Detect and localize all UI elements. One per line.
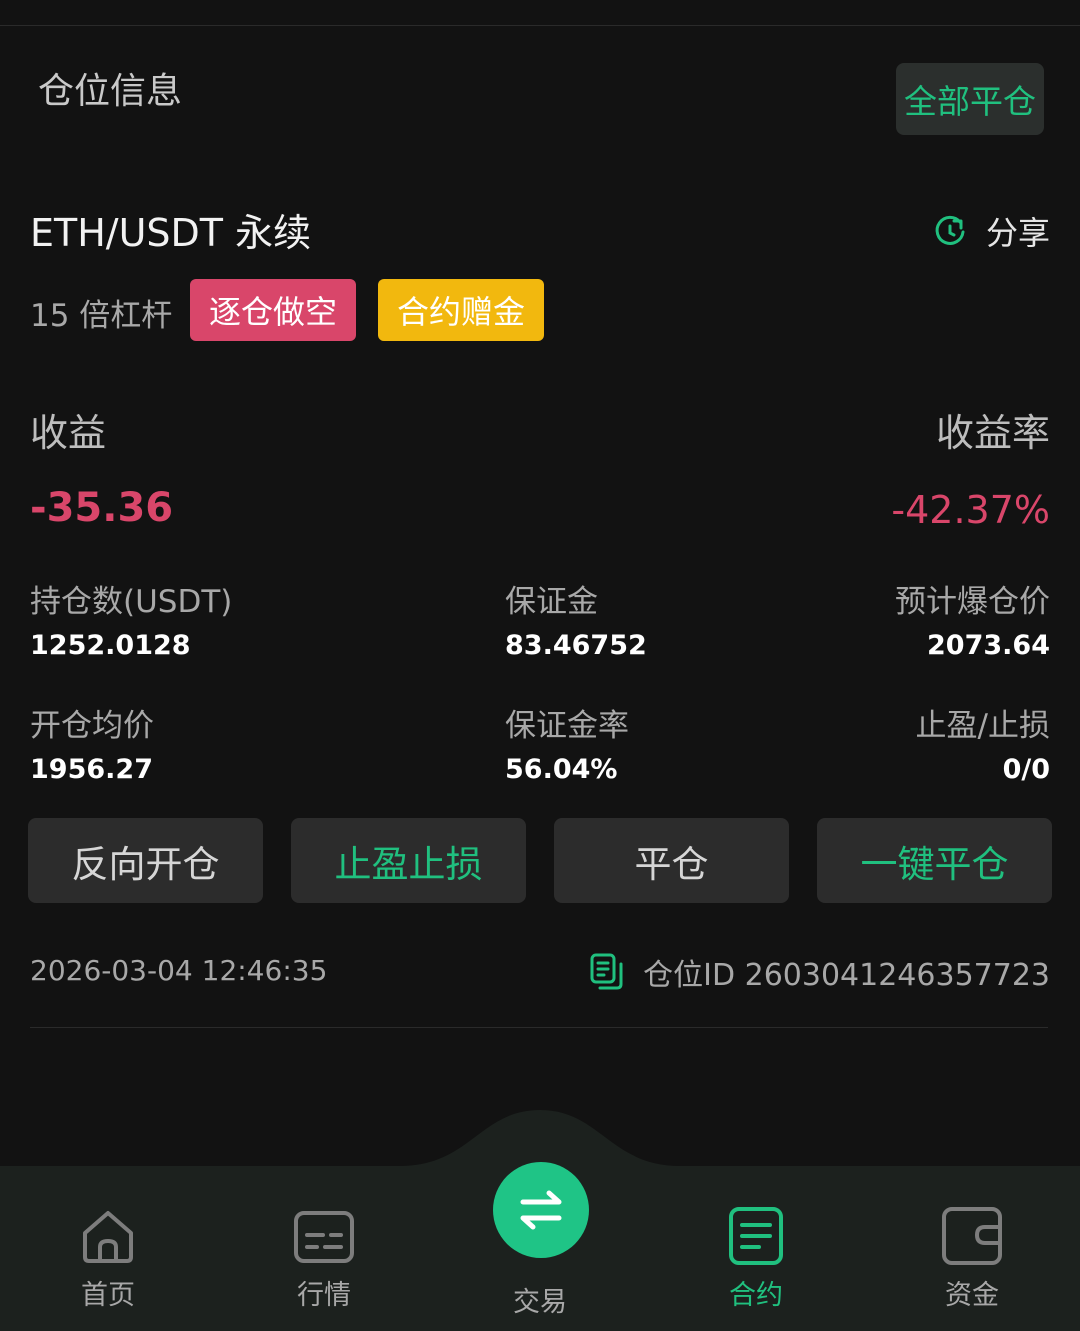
margin-ratio-value: 56.04% [505,754,618,785]
contract-icon [729,1207,783,1265]
trade-button[interactable] [493,1162,589,1258]
position-id-text: 仓位ID 2603041246357723 [643,958,1050,993]
tab-market[interactable]: 行情 [264,1205,384,1312]
margin-ratio-label: 保证金率 [505,708,629,744]
pnl-value: -35.36 [30,485,174,531]
liq-price-label: 预计爆仓价 [895,584,1050,620]
reverse-open-button[interactable]: 反向开仓 [28,818,263,903]
margin-label: 保证金 [505,584,598,620]
pnl-rate-label: 收益率 [935,411,1050,455]
position-page: 仓位信息 全部平仓 ETH/USDT 永续 分享 15 倍杠杆 逐仓做空 合约赠… [0,0,1080,1331]
tp-sl-button[interactable]: 止盈止损 [291,818,526,903]
position-size-value: 1252.0128 [30,630,191,661]
pnl-label: 收益 [30,411,107,455]
tab-contract-label: 合约 [729,1280,783,1311]
mode-tag: 逐仓做空 [190,279,356,341]
leverage-label: 15 倍杠杆 [30,298,173,334]
home-icon [83,1211,133,1263]
tab-contract[interactable]: 合约 [696,1205,816,1312]
section-title: 仓位信息 [38,71,183,112]
copy-icon [590,953,623,990]
pair-title: ETH/USDT 永续 [30,211,312,255]
tab-funds-label: 资金 [945,1280,999,1311]
wallet-icon [942,1207,1002,1265]
pnl-rate-value: -42.37% [891,488,1050,532]
liq-price-value: 2073.64 [927,630,1050,661]
position-id[interactable]: 仓位ID 2603041246357723 [589,950,1050,994]
tab-funds[interactable]: 资金 [912,1205,1032,1312]
close-all-button[interactable]: 全部平仓 [896,63,1044,135]
content-divider [30,1027,1048,1028]
tp-sl-value: 0/0 [1002,754,1050,785]
tab-trade-label[interactable]: 交易 [480,1280,600,1319]
share-label: 分享 [985,214,1050,252]
share-icon [935,215,965,245]
one-click-close-button[interactable]: 一键平仓 [817,818,1052,903]
position-size-label: 持仓数(USDT) [30,584,233,620]
entry-price-label: 开仓均价 [30,708,154,744]
bonus-tag: 合约赠金 [378,279,544,341]
margin-value: 83.46752 [505,630,647,661]
tab-home-label: 首页 [81,1280,135,1311]
open-timestamp: 2026-03-04 12:46:35 [30,954,328,987]
tab-market-label: 行情 [297,1280,351,1311]
market-icon [294,1211,354,1263]
swap-icon [520,1190,562,1230]
close-position-button[interactable]: 平仓 [554,818,789,903]
share-button[interactable]: 分享 [932,208,1050,254]
tab-home[interactable]: 首页 [48,1205,168,1312]
entry-price-value: 1956.27 [30,754,153,785]
top-divider [0,25,1080,26]
tp-sl-label: 止盈/止损 [915,708,1050,744]
